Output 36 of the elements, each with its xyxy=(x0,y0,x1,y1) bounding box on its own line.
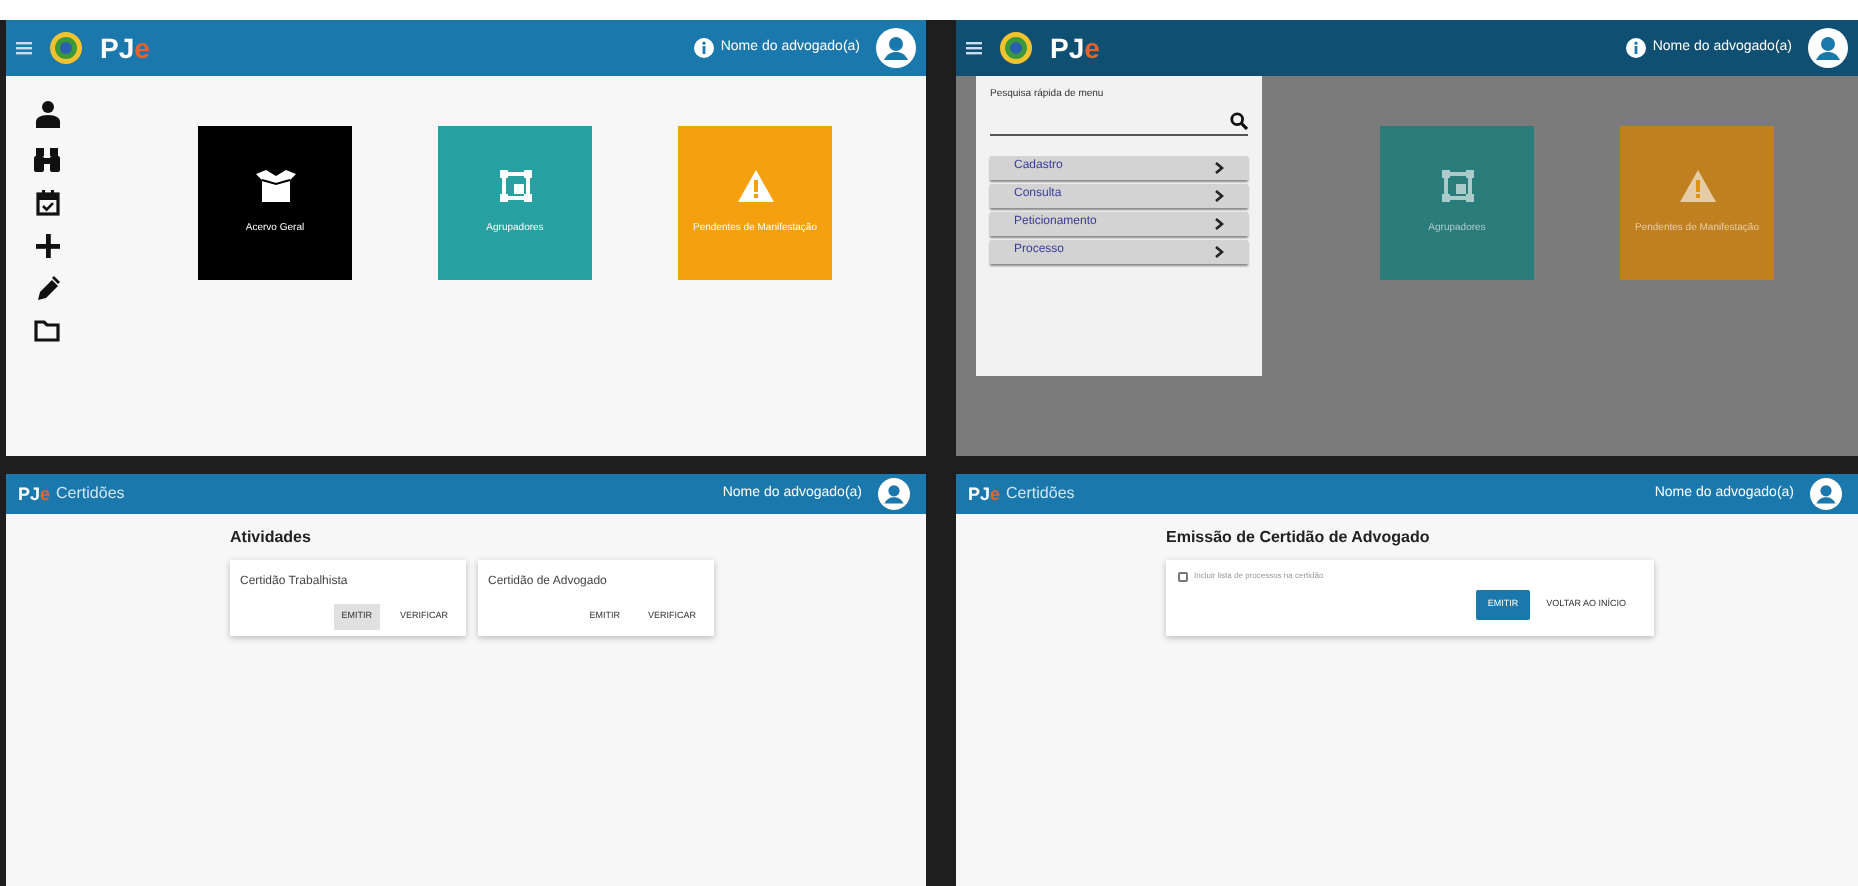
pje-logo: PJe xyxy=(100,34,150,62)
framed-image-icon xyxy=(499,169,531,202)
app-title: Certidões xyxy=(56,482,125,506)
warning-icon xyxy=(737,169,773,202)
menu-icon[interactable] xyxy=(16,40,32,56)
calendar-icon[interactable] xyxy=(35,190,59,216)
pje-logo: PJe xyxy=(18,485,51,503)
avatar-icon[interactable] xyxy=(1808,28,1848,68)
page-title: Emissão de Certidão de Advogado xyxy=(1166,526,1432,550)
pje-logo: PJe xyxy=(1050,34,1100,62)
person-icon[interactable] xyxy=(35,100,59,128)
page-title: Atividades xyxy=(230,526,313,550)
chevron-icon xyxy=(1214,245,1224,257)
folder-icon[interactable] xyxy=(34,320,60,342)
info-icon xyxy=(1626,38,1647,58)
avatar-icon[interactable] xyxy=(878,478,910,510)
checkbox[interactable] xyxy=(1178,571,1188,581)
chevron-icon xyxy=(1214,161,1224,173)
app-title: Certidões xyxy=(1006,482,1075,506)
binoculars-icon[interactable] xyxy=(34,146,60,172)
avatar-icon[interactable] xyxy=(1810,478,1842,510)
box-icon xyxy=(255,169,295,202)
framed-image-icon xyxy=(1441,169,1473,202)
chevron-icon xyxy=(1214,217,1224,229)
pen-icon[interactable] xyxy=(35,276,59,302)
pje-logo: PJe xyxy=(968,485,1001,503)
search-field[interactable] xyxy=(990,107,1248,135)
emblem-icon xyxy=(998,30,1034,66)
emblem-icon xyxy=(48,30,84,66)
warning-icon xyxy=(1679,169,1715,202)
info-icon xyxy=(694,38,715,58)
menu-icon[interactable] xyxy=(966,40,982,56)
avatar-icon[interactable] xyxy=(876,28,916,68)
search-icon[interactable] xyxy=(1230,111,1248,129)
chevron-icon xyxy=(1214,189,1224,201)
plus-icon[interactable] xyxy=(35,234,59,258)
